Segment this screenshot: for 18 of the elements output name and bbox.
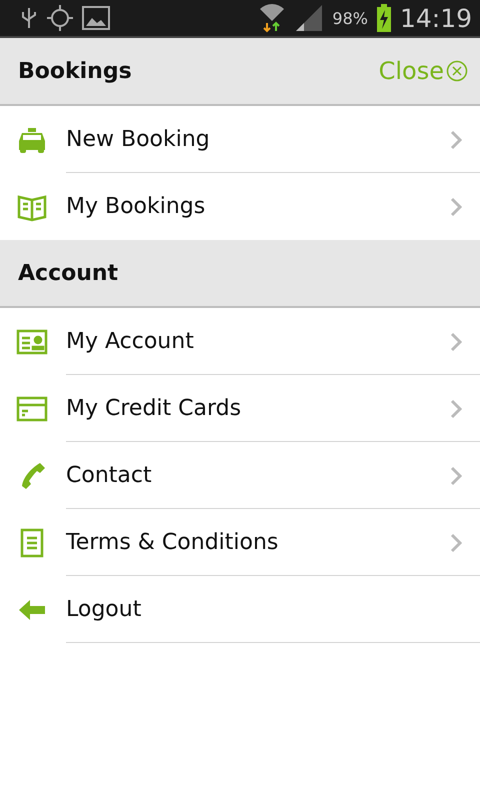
- battery-charging-icon: [376, 4, 392, 32]
- section-header: Bookings: [18, 58, 133, 84]
- signal-icon: [294, 4, 324, 32]
- menu-item[interactable]: New Booking: [0, 106, 480, 173]
- menu-item[interactable]: My Bookings: [0, 173, 480, 240]
- section-header: Account: [18, 260, 120, 286]
- menu-item[interactable]: My Account: [0, 308, 480, 375]
- usb-icon: [20, 6, 38, 30]
- wifi-icon: [258, 3, 286, 33]
- crosshair-icon: [46, 4, 74, 32]
- battery-percent: 98%: [332, 8, 368, 28]
- menu-item[interactable]: Logout: [0, 576, 480, 643]
- menu-item[interactable]: Terms & Conditions: [0, 509, 480, 576]
- menu-item[interactable]: Contact: [0, 442, 480, 509]
- image-icon: [82, 6, 110, 30]
- menu-item[interactable]: My Credit Cards: [0, 375, 480, 442]
- clock: 14:19: [400, 4, 472, 32]
- close-icon: [446, 60, 468, 82]
